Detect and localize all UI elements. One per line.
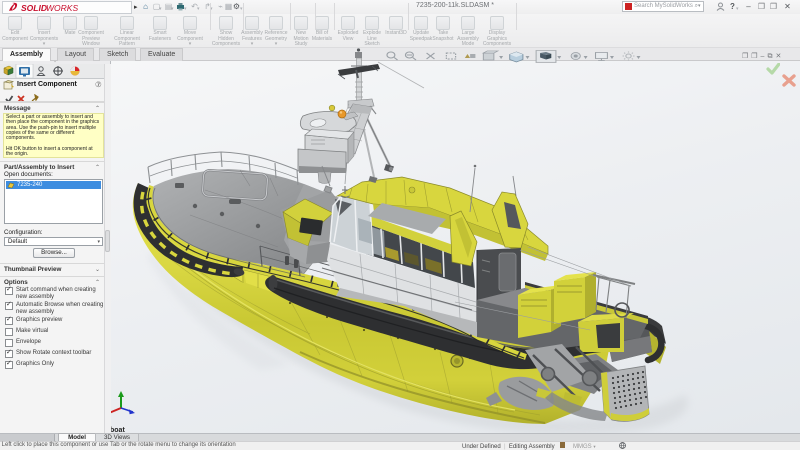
- svg-text:▾: ▾: [526, 55, 531, 61]
- svg-text:▾: ▾: [557, 55, 562, 61]
- svg-text:▾: ▾: [610, 55, 615, 61]
- svg-text:▾: ▾: [499, 55, 504, 61]
- svg-text:▾: ▾: [584, 55, 589, 61]
- svg-text:▾: ▾: [636, 55, 641, 61]
